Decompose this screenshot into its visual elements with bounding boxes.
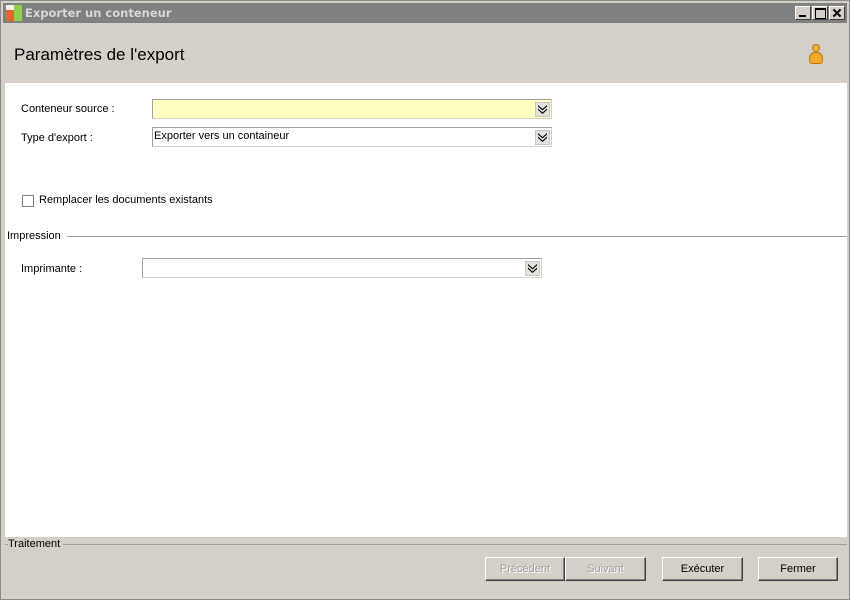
title-bar[interactable]: Exporter un conteneur xyxy=(3,3,847,23)
close-button[interactable]: Fermer xyxy=(758,557,838,581)
page-title: Paramètres de l'export xyxy=(14,45,185,64)
print-group-title: Impression xyxy=(7,230,64,242)
actions-footer: Traitement Précédent Suivant Exécuter Fe… xyxy=(5,537,847,599)
form-panel: Conteneur source : Type d'export : Expor… xyxy=(5,83,847,537)
footer-group-title: Traitement xyxy=(8,538,64,550)
export-type-label: Type d'export : xyxy=(21,132,93,144)
print-group-divider xyxy=(67,236,847,237)
minimize-button[interactable] xyxy=(795,6,811,20)
user-icon[interactable] xyxy=(808,44,824,66)
execute-button[interactable]: Exécuter xyxy=(662,557,743,581)
export-type-combo[interactable]: Exporter vers un containeur xyxy=(152,127,552,147)
source-container-label: Conteneur source : xyxy=(21,103,115,115)
next-button[interactable]: Suivant xyxy=(565,557,646,581)
close-window-button[interactable] xyxy=(829,6,845,20)
app-icon xyxy=(6,5,22,21)
export-type-value: Exporter vers un containeur xyxy=(154,130,290,142)
export-dialog-window: Exporter un conteneur Paramètres de l'ex… xyxy=(0,0,850,600)
double-chevron-down-icon[interactable] xyxy=(535,130,550,145)
replace-documents-checkbox[interactable] xyxy=(22,195,34,207)
previous-button[interactable]: Précédent xyxy=(485,557,565,581)
printer-combo[interactable] xyxy=(142,258,542,278)
page-header: Paramètres de l'export xyxy=(5,25,847,83)
double-chevron-down-icon[interactable] xyxy=(525,261,540,276)
footer-divider xyxy=(5,544,847,545)
source-container-combo[interactable] xyxy=(152,99,552,119)
replace-documents-label: Remplacer les documents existants xyxy=(39,194,213,206)
window-title: Exporter un conteneur xyxy=(25,6,172,20)
printer-label: Imprimante : xyxy=(21,263,83,275)
maximize-button[interactable] xyxy=(812,6,828,20)
double-chevron-down-icon[interactable] xyxy=(535,102,550,117)
